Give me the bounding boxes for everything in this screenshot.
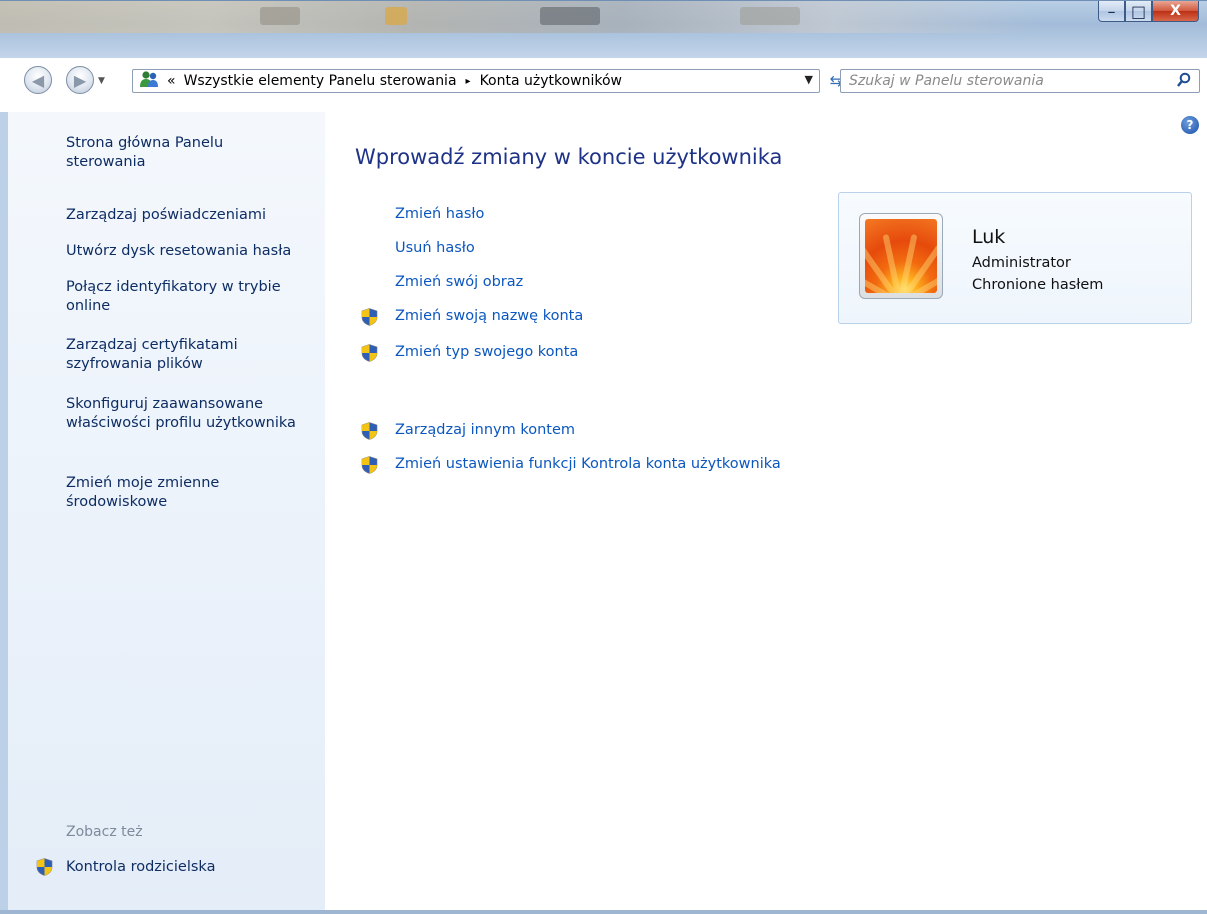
uac-shield-icon	[36, 858, 53, 880]
user-accounts-icon	[139, 70, 159, 92]
sidebar-link-control-panel-home[interactable]: Strona główna Panelu sterowania	[66, 134, 266, 172]
breadcrumb-separator-icon[interactable]: ▸	[466, 76, 471, 87]
task-manage-another-account[interactable]: Zarządzaj innym kontem	[395, 422, 575, 438]
maximize-button[interactable]: □	[1125, 1, 1152, 22]
search-box[interactable]	[840, 69, 1200, 93]
search-input[interactable]	[849, 73, 1149, 89]
user-password-status: Chronione hasłem	[972, 277, 1104, 293]
sidebar-link-manage-credentials[interactable]: Zarządzaj poświadczeniami	[66, 206, 326, 225]
search-icon[interactable]	[1177, 72, 1191, 91]
see-also-heading: Zobacz też	[66, 824, 143, 840]
maximize-icon: □	[1130, 1, 1147, 21]
sidebar-link-password-reset-disk[interactable]: Utwórz dysk resetowania hasła	[66, 242, 326, 261]
forward-arrow-icon: ▶	[73, 70, 87, 90]
user-account-card: Luk Administrator Chronione hasłem	[838, 192, 1192, 324]
sidebar-link-parental-controls[interactable]: Kontrola rodzicielska	[66, 858, 326, 877]
minimize-icon: –	[1107, 1, 1116, 21]
task-change-account-type[interactable]: Zmień typ swojego konta	[395, 344, 578, 360]
titlebar-background	[0, 1, 1040, 33]
breadcrumb-overflow[interactable]: «	[167, 73, 176, 89]
user-picture-icon	[865, 219, 937, 293]
window-titlebar: – □ X	[0, 0, 1207, 58]
recent-pages-dropdown-icon[interactable]: ▼	[98, 76, 105, 86]
uac-shield-icon	[361, 456, 378, 474]
task-change-account-name[interactable]: Zmień swoją nazwę konta	[395, 308, 583, 324]
titlebar-decoration	[740, 7, 800, 25]
uac-shield-icon	[361, 422, 378, 440]
breadcrumb-item[interactable]: Wszystkie elementy Panelu sterowania	[184, 73, 457, 89]
main-content: ? Wprowadź zmiany w koncie użytkownika Z…	[325, 112, 1207, 914]
user-role: Administrator	[972, 255, 1071, 271]
window-bottom-border	[0, 910, 1207, 914]
sidebar-link-link-online-ids[interactable]: Połącz identyfikatory w trybie online	[66, 278, 316, 316]
uac-shield-icon	[361, 344, 378, 362]
minimize-button[interactable]: –	[1098, 1, 1125, 22]
sidebar-link-advanced-profile-properties[interactable]: Skonfiguruj zaawansowane właściwości pro…	[66, 395, 296, 433]
close-button[interactable]: X	[1152, 1, 1199, 22]
task-change-password[interactable]: Zmień hasło	[395, 206, 484, 222]
user-name: Luk	[972, 226, 1006, 248]
sidebar-link-environment-variables[interactable]: Zmień moje zmienne środowiskowe	[66, 474, 256, 512]
task-uac-settings[interactable]: Zmień ustawienia funkcji Kontrola konta …	[395, 456, 781, 472]
titlebar-decoration	[385, 7, 407, 25]
close-icon: X	[1170, 3, 1181, 19]
forward-button[interactable]: ▶	[66, 66, 94, 94]
breadcrumb-item[interactable]: Konta użytkowników	[480, 73, 622, 89]
navigation-bar: ◀ ▶ ▼ « Wszystkie elementy Panelu sterow…	[0, 62, 1207, 98]
back-arrow-icon: ◀	[31, 70, 45, 90]
uac-shield-icon	[361, 308, 378, 326]
help-icon[interactable]: ?	[1181, 116, 1199, 134]
back-button[interactable]: ◀	[24, 66, 52, 94]
titlebar-decoration	[540, 7, 600, 25]
address-bar[interactable]: « Wszystkie elementy Panelu sterowania ▸…	[132, 69, 820, 93]
sidebar-link-file-encryption-certificates[interactable]: Zarządzaj certyfikatami szyfrowania plik…	[66, 336, 266, 374]
task-change-picture[interactable]: Zmień swój obraz	[395, 274, 523, 290]
avatar[interactable]	[859, 213, 943, 299]
titlebar-decoration	[260, 7, 300, 25]
window-controls: – □ X	[1098, 1, 1199, 23]
page-title: Wprowadź zmiany w koncie użytkownika	[355, 145, 783, 169]
task-pane: Strona główna Panelu sterowania Zarządza…	[0, 112, 325, 914]
task-remove-password[interactable]: Usuń hasło	[395, 240, 475, 256]
address-dropdown-icon[interactable]: ▼	[805, 73, 813, 86]
